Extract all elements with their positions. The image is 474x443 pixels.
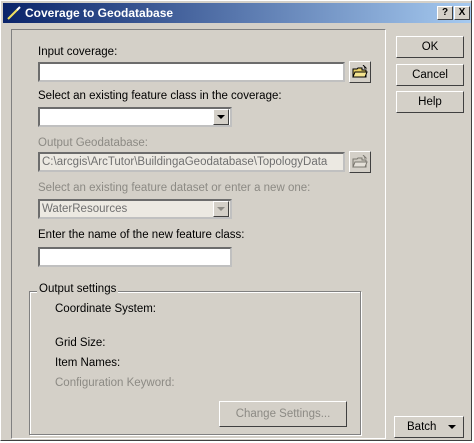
- feature-dataset-dropdown-arrow-icon[interactable]: [213, 201, 229, 217]
- batch-label: Batch: [407, 421, 437, 433]
- input-coverage-browse-button[interactable]: [349, 61, 371, 83]
- output-settings-title: Output settings: [37, 283, 119, 295]
- close-button[interactable]: X: [454, 6, 470, 20]
- cancel-button[interactable]: Cancel: [396, 64, 464, 86]
- change-settings-button[interactable]: Change Settings...: [219, 401, 347, 427]
- input-coverage-field[interactable]: [38, 62, 345, 82]
- coordinate-system-label: Coordinate System:: [55, 303, 156, 315]
- item-names-label: Item Names:: [55, 357, 121, 369]
- new-class-label: Enter the name of the new feature class:: [38, 229, 245, 241]
- new-class-field[interactable]: [38, 247, 232, 267]
- batch-button[interactable]: Batch: [394, 416, 464, 438]
- output-gdb-label: Output Geodatabase:: [38, 137, 148, 149]
- feature-class-dropdown[interactable]: [38, 107, 232, 127]
- grid-size-label: Grid Size:: [55, 337, 106, 349]
- feature-class-dropdown-arrow-icon[interactable]: [213, 109, 229, 125]
- title-bar[interactable]: Coverage to Geodatabase ? X: [3, 3, 471, 23]
- batch-dropdown-icon: [448, 425, 456, 429]
- window-title: Coverage to Geodatabase: [25, 6, 174, 20]
- input-coverage-label: Input coverage:: [38, 46, 118, 58]
- dialog-window: Coverage to Geodatabase ? X Input covera…: [0, 0, 472, 441]
- open-folder-icon: [352, 155, 368, 168]
- help-button[interactable]: Help: [396, 91, 464, 113]
- ok-button[interactable]: OK: [396, 36, 464, 58]
- feature-dataset-dropdown[interactable]: WaterResources: [38, 199, 232, 219]
- feature-class-label: Select an existing feature class in the …: [38, 90, 282, 102]
- context-help-button[interactable]: ?: [437, 6, 453, 20]
- output-gdb-field[interactable]: C:\arcgis\ArcTutor\BuildingaGeodatabase\…: [38, 152, 345, 172]
- tool-icon: [6, 6, 22, 20]
- config-keyword-label: Configuration Keyword:: [55, 377, 175, 389]
- feature-dataset-label: Select an existing feature dataset or en…: [38, 182, 311, 194]
- output-gdb-browse-button[interactable]: [349, 151, 371, 173]
- open-folder-icon: [352, 65, 368, 78]
